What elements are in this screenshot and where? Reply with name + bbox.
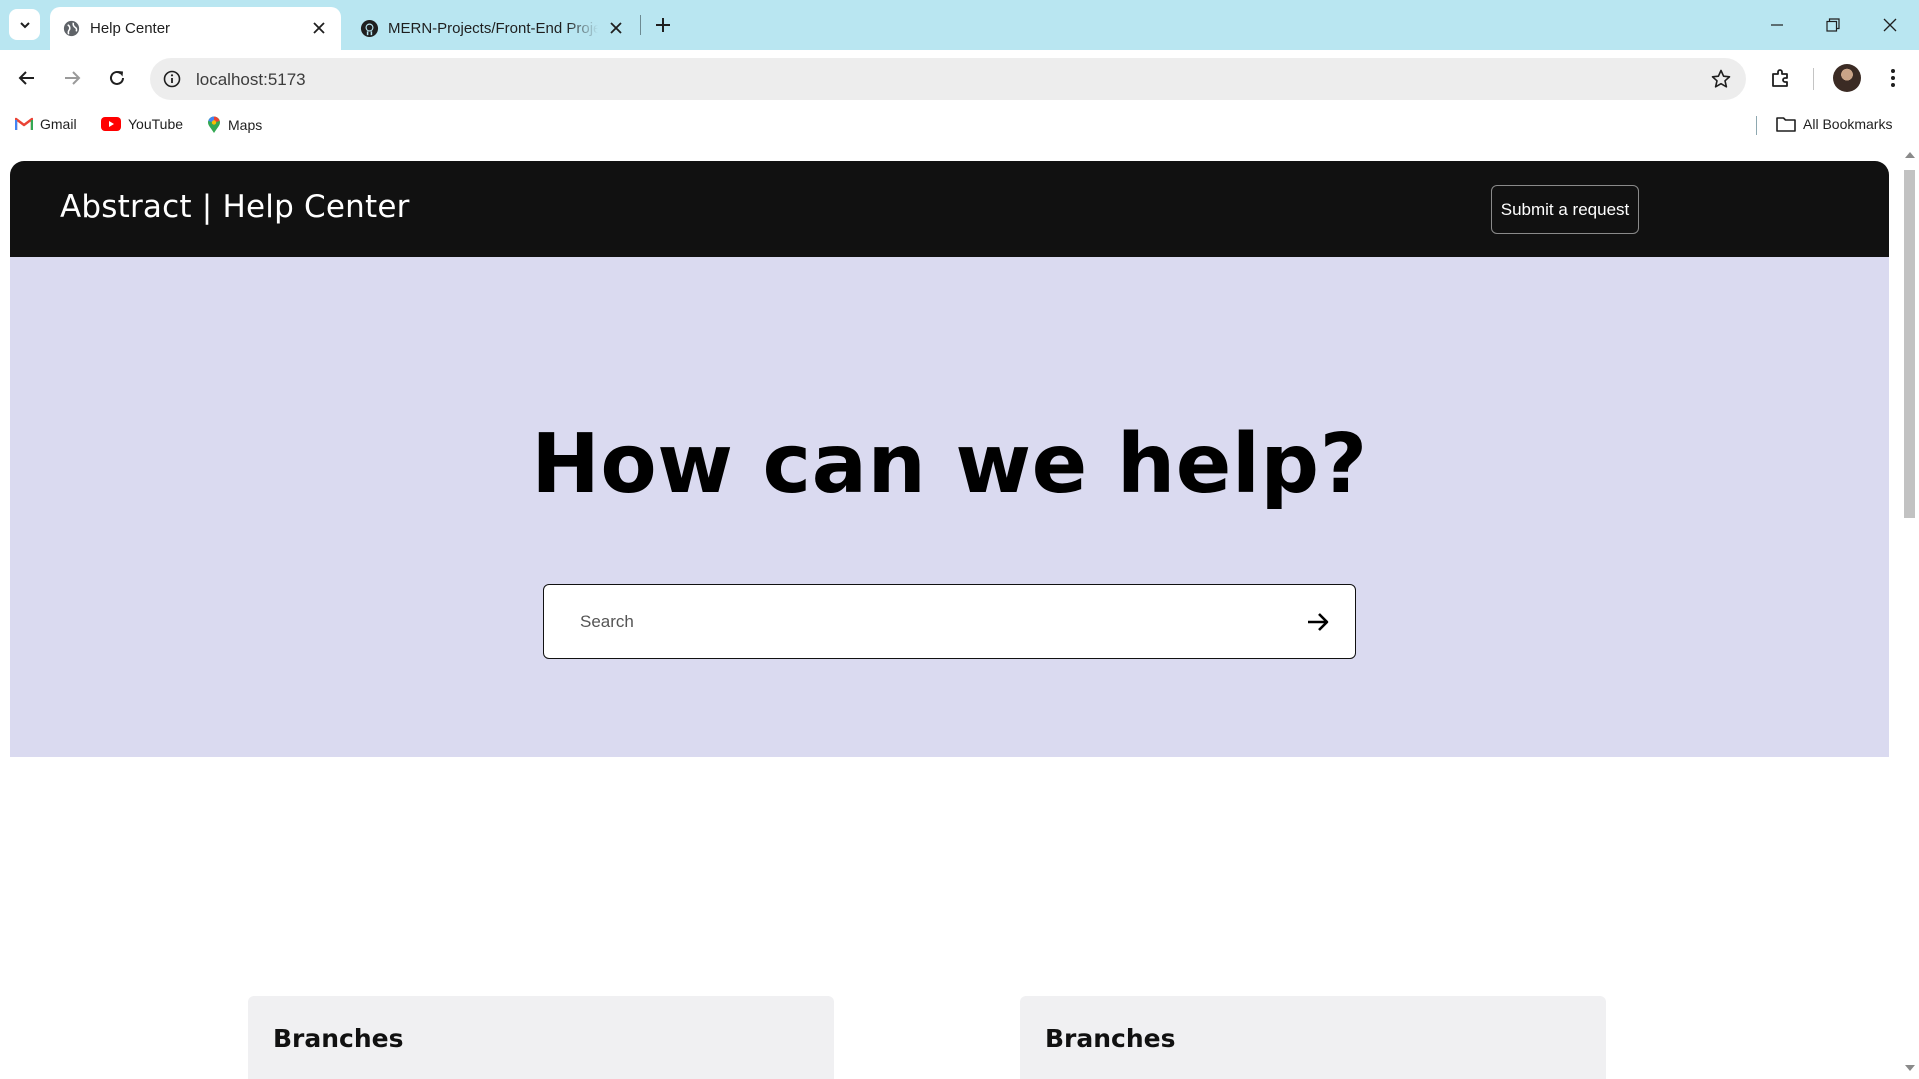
all-bookmarks-label: All Bookmarks — [1803, 116, 1893, 132]
minimize-icon — [1771, 24, 1783, 26]
arrow-right-icon — [1308, 613, 1329, 631]
scroll-up-arrow[interactable] — [1905, 152, 1915, 158]
tab-title: Help Center — [90, 20, 171, 37]
page-viewport: Abstract | Help Center Submit a request … — [0, 142, 1919, 1079]
tab-strip: Help Center MERN-Projects/Front-End Proj… — [0, 0, 1919, 50]
all-bookmarks-button[interactable]: All Bookmarks — [1776, 116, 1892, 132]
address-bar[interactable]: localhost:5173 — [150, 58, 1746, 100]
new-tab-button[interactable] — [650, 12, 676, 38]
extensions-button[interactable] — [1766, 63, 1796, 93]
toolbar-separator — [1813, 68, 1814, 90]
tab-separator — [640, 15, 641, 35]
site-header: Abstract | Help Center Submit a request — [10, 161, 1889, 257]
browser-menu-button[interactable] — [1878, 63, 1908, 93]
page-scrollbar[interactable] — [1900, 142, 1919, 1079]
youtube-icon — [101, 117, 121, 131]
tab-title: MERN-Projects/Front-End Proje — [388, 20, 598, 37]
reload-button[interactable] — [101, 62, 133, 94]
bookmark-label: YouTube — [128, 116, 184, 132]
arrow-right-icon — [65, 71, 81, 85]
tab-help-center[interactable]: Help Center — [50, 7, 341, 50]
minimize-button[interactable] — [1749, 0, 1805, 50]
more-vertical-icon — [1891, 69, 1895, 87]
close-icon — [1883, 18, 1897, 32]
category-card[interactable]: Branches — [1020, 996, 1606, 1079]
card-title: Branches — [1045, 1024, 1176, 1053]
chevron-down-icon — [19, 21, 30, 28]
bookmark-label: Gmail — [40, 116, 77, 132]
github-icon — [360, 19, 379, 38]
search-submit-button[interactable] — [1303, 607, 1333, 637]
gmail-icon — [15, 117, 33, 130]
hero-title: How can we help? — [531, 417, 1368, 512]
category-card[interactable]: Branches — [248, 996, 834, 1079]
address-url: localhost:5173 — [196, 70, 306, 89]
close-window-button[interactable] — [1862, 0, 1918, 50]
bookmark-gmail[interactable]: Gmail — [15, 116, 77, 132]
puzzle-icon — [1772, 69, 1788, 87]
scrollbar-thumb[interactable] — [1904, 170, 1915, 518]
maps-icon — [208, 116, 220, 133]
submit-request-button[interactable]: Submit a request — [1491, 185, 1639, 234]
profile-avatar[interactable] — [1833, 64, 1861, 92]
hero-section: How can we help? — [10, 257, 1889, 757]
back-button[interactable] — [11, 62, 43, 94]
site-brand[interactable]: Abstract | Help Center — [60, 189, 410, 225]
restore-button[interactable] — [1805, 0, 1861, 50]
close-tab-icon[interactable] — [309, 18, 329, 38]
reload-icon — [110, 70, 124, 85]
bookmark-maps[interactable]: Maps — [207, 116, 262, 134]
tab-github[interactable]: MERN-Projects/Front-End Proje — [348, 7, 638, 50]
close-tab-icon[interactable] — [606, 18, 626, 38]
forward-button[interactable] — [56, 62, 88, 94]
card-title: Branches — [273, 1024, 404, 1053]
globe-icon — [63, 20, 80, 37]
plus-icon — [656, 18, 670, 32]
bookmark-youtube[interactable]: YouTube — [101, 116, 183, 132]
scroll-down-arrow[interactable] — [1905, 1065, 1915, 1071]
bookmarks-separator — [1756, 116, 1757, 135]
arrow-left-icon — [18, 71, 34, 85]
folder-icon — [1776, 117, 1796, 132]
tab-search-button[interactable] — [9, 9, 40, 40]
bookmarks-bar: Gmail YouTube Maps All Bookmarks — [0, 108, 1919, 142]
bookmark-star-icon[interactable] — [1710, 68, 1732, 90]
search-box — [543, 584, 1356, 659]
search-input[interactable] — [580, 605, 1280, 639]
browser-toolbar: localhost:5173 — [0, 50, 1919, 108]
bookmark-label: Maps — [228, 117, 263, 133]
site-info-icon[interactable] — [162, 69, 182, 89]
restore-icon — [1826, 18, 1840, 32]
